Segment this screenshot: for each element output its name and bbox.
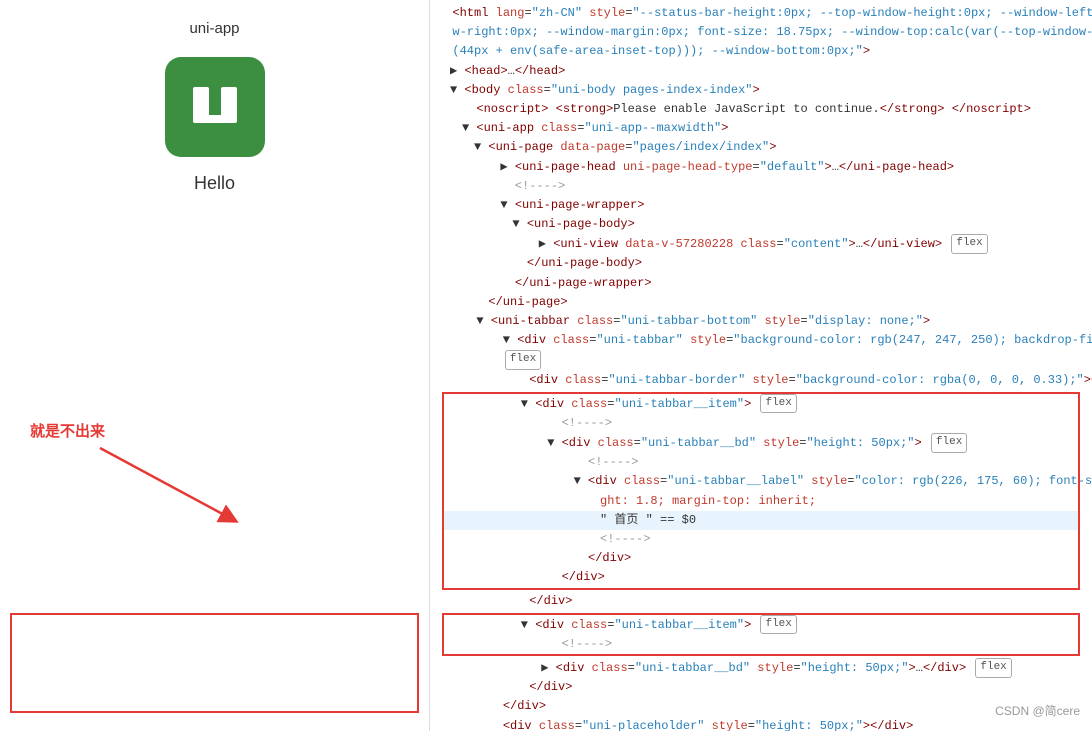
code-line: ▼ <uni-app class="uni-app--maxwidth"> (438, 119, 1084, 138)
code-line: ▼ <body class="uni-body pages-index-inde… (438, 81, 1084, 100)
code-line: (44px + env(safe-area-inset-top))); --wi… (438, 42, 1084, 61)
bottom-empty-box (10, 613, 419, 713)
code-line: ▼ <div class="uni-tabbar__item"> flex (444, 394, 1078, 414)
app-title: uni-app (189, 20, 239, 37)
code-line: <!----> (444, 414, 1078, 433)
left-panel: uni-app Hello 就是不出来 (0, 0, 430, 731)
code-line: </div> (438, 592, 1084, 611)
code-line: </div> (444, 568, 1078, 587)
code-line: <!----> (438, 177, 1084, 196)
code-line: ▶ <uni-view data-v-57280228 class="conte… (438, 234, 1084, 254)
code-line: </uni-page-wrapper> (438, 274, 1084, 293)
app-icon (165, 57, 265, 157)
annotation: 就是不出来 (30, 420, 105, 449)
code-line: ▼ <div class="uni-tabbar__label" style="… (444, 472, 1078, 491)
code-line: <!----> (444, 453, 1078, 472)
code-line: ▼ <div class="uni-tabbar__item"> flex (444, 615, 1078, 635)
code-line: ght: 1.8; margin-top: inherit; (444, 492, 1078, 511)
code-line: ▶ <div class="uni-tabbar__bd" style="hei… (438, 658, 1084, 678)
code-line: ▼ <uni-page data-page="pages/index/index… (438, 138, 1084, 157)
red-highlight-box-1: ▼ <div class="uni-tabbar__item"> flex <!… (442, 392, 1080, 590)
uni-app-logo-icon (185, 77, 245, 137)
code-line: ▼ <uni-tabbar class="uni-tabbar-bottom" … (438, 312, 1084, 331)
code-line: ▶ <head>…</head> (438, 62, 1084, 81)
code-line: <html lang="zh-CN" style="--status-bar-h… (438, 4, 1084, 23)
red-highlight-box-2: ▼ <div class="uni-tabbar__item"> flex <!… (442, 613, 1080, 656)
annotation-arrow-icon (90, 438, 250, 528)
code-line: ▼ <div class="uni-tabbar__bd" style="hei… (444, 433, 1078, 453)
code-line: " 首页 " == $0 (444, 511, 1078, 530)
code-line: w-right:0px; --window-margin:0px; font-s… (438, 23, 1084, 42)
code-line: </div> (438, 678, 1084, 697)
code-line: ▶ <uni-page-head uni-page-head-type="def… (438, 158, 1084, 177)
right-panel[interactable]: <html lang="zh-CN" style="--status-bar-h… (430, 0, 1092, 731)
csdn-watermark: CSDN @简cere (995, 702, 1080, 719)
code-line: </uni-page> (438, 293, 1084, 312)
code-line: <noscript> <strong>Please enable JavaScr… (438, 100, 1084, 119)
code-line: ▼ <uni-page-wrapper> (438, 196, 1084, 215)
code-line: ▼ <uni-page-body> (438, 215, 1084, 234)
code-line: </div> (438, 697, 1084, 716)
code-line: <!----> (444, 530, 1078, 549)
code-line: </uni-page-body> (438, 254, 1084, 273)
code-line: <div class="uni-tabbar-border" style="ba… (438, 371, 1084, 390)
code-line: </div> (444, 549, 1078, 568)
code-line: ▼ <div class="uni-tabbar" style="backgro… (438, 331, 1084, 350)
app-hello-text: Hello (194, 173, 235, 194)
code-line: <!----> (444, 635, 1078, 654)
code-line: flex (438, 350, 1084, 370)
code-line: <div class="uni-placeholder" style="heig… (438, 717, 1084, 731)
